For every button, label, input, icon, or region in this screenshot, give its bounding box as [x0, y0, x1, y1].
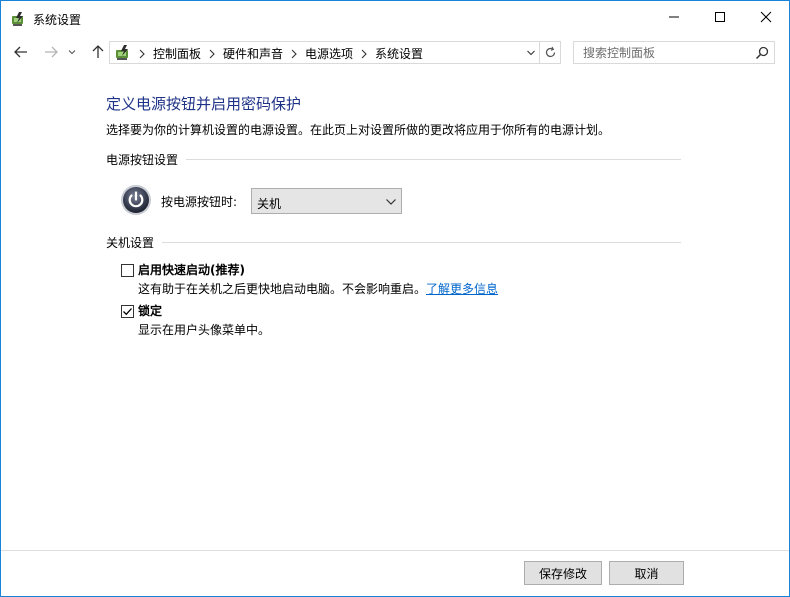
page-title: 定义电源按钮并启用密码保护: [106, 95, 302, 113]
arrow-right-icon: [45, 46, 58, 58]
refresh-button[interactable]: [540, 41, 561, 64]
minimize-icon: [669, 16, 679, 18]
search-icon[interactable]: [754, 45, 770, 61]
chevron-right-icon: [356, 47, 372, 61]
chevron-down-icon: [68, 50, 76, 55]
save-changes-button[interactable]: 保存修改: [524, 561, 602, 585]
recent-locations-button[interactable]: [65, 42, 79, 62]
address-dropdown-button[interactable]: [523, 45, 539, 61]
power-button-action-label: 按电源按钮时:: [161, 195, 238, 209]
checkmark-icon: [123, 308, 132, 316]
breadcrumb-system-settings[interactable]: 系统设置: [372, 45, 426, 62]
footer-divider: [1, 550, 789, 551]
forward-button[interactable]: [41, 42, 61, 62]
fast-startup-label[interactable]: 启用快速启动(推荐): [138, 261, 245, 278]
control-panel-icon: [116, 45, 128, 60]
title-bar[interactable]: 系统设置: [1, 1, 789, 37]
power-button-action-value: 关机: [257, 197, 282, 211]
maximize-icon: [715, 12, 725, 22]
chevron-down-icon: [527, 50, 535, 56]
lock-description: 显示在用户头像菜单中。: [138, 323, 271, 337]
refresh-icon: [545, 46, 555, 58]
window-title: 系统设置: [33, 13, 82, 27]
power-button-action-select[interactable]: 关机: [251, 188, 402, 214]
search-box[interactable]: [573, 41, 775, 64]
navigation-bar: 控制面板 硬件和声音 电源选项 系统设置: [1, 37, 789, 67]
shutdown-section: 关机设置: [106, 234, 681, 251]
section-label-shutdown: 关机设置: [106, 234, 163, 251]
cancel-button[interactable]: 取消: [609, 561, 684, 585]
close-button[interactable]: [743, 1, 789, 33]
fast-startup-description: 这有助于在关机之后更快地启动电脑。不会影响重启。了解更多信息: [138, 280, 498, 297]
chevron-down-icon: [386, 199, 396, 205]
section-label-power: 电源按钮设置: [106, 151, 187, 168]
fast-startup-description-text: 这有助于在关机之后更快地启动电脑。不会影响重启。: [138, 282, 427, 296]
up-button[interactable]: [88, 42, 108, 62]
power-icon: [121, 185, 151, 215]
system-settings-window: 系统设置 控制面板 硬件和声音 电源选项 系统设置 搜索控制面板 定义电源按钮并…: [0, 0, 790, 597]
close-icon: [760, 11, 772, 23]
breadcrumb: 控制面板 硬件和声音 电源选项 系统设置: [134, 45, 426, 62]
chevron-right-icon: [204, 47, 220, 61]
power-options-icon: [12, 12, 23, 26]
address-bar[interactable]: 控制面板 硬件和声音 电源选项 系统设置: [109, 41, 540, 64]
breadcrumb-control-panel[interactable]: 控制面板: [150, 45, 204, 62]
learn-more-link[interactable]: 了解更多信息: [426, 282, 498, 296]
arrow-left-icon: [14, 46, 27, 58]
maximize-button[interactable]: [697, 1, 743, 33]
breadcrumb-power-options[interactable]: 电源选项: [302, 45, 356, 62]
lock-label[interactable]: 锁定: [138, 302, 162, 319]
fast-startup-checkbox[interactable]: [121, 264, 134, 277]
page-description: 选择要为你的计算机设置的电源设置。在此页上对设置所做的更改将应用于你所有的电源计…: [106, 123, 611, 137]
search-input[interactable]: [574, 42, 750, 63]
back-button[interactable]: [11, 42, 31, 62]
section-divider: [106, 159, 681, 160]
breadcrumb-hardware-sound[interactable]: 硬件和声音: [220, 45, 286, 62]
power-button-section: 电源按钮设置: [106, 151, 681, 168]
lock-checkbox[interactable]: [121, 305, 134, 318]
minimize-button[interactable]: [651, 1, 697, 33]
section-divider: [106, 242, 681, 243]
arrow-up-icon: [92, 45, 104, 58]
chevron-right-icon: [286, 47, 302, 61]
chevron-right-icon: [134, 47, 150, 61]
